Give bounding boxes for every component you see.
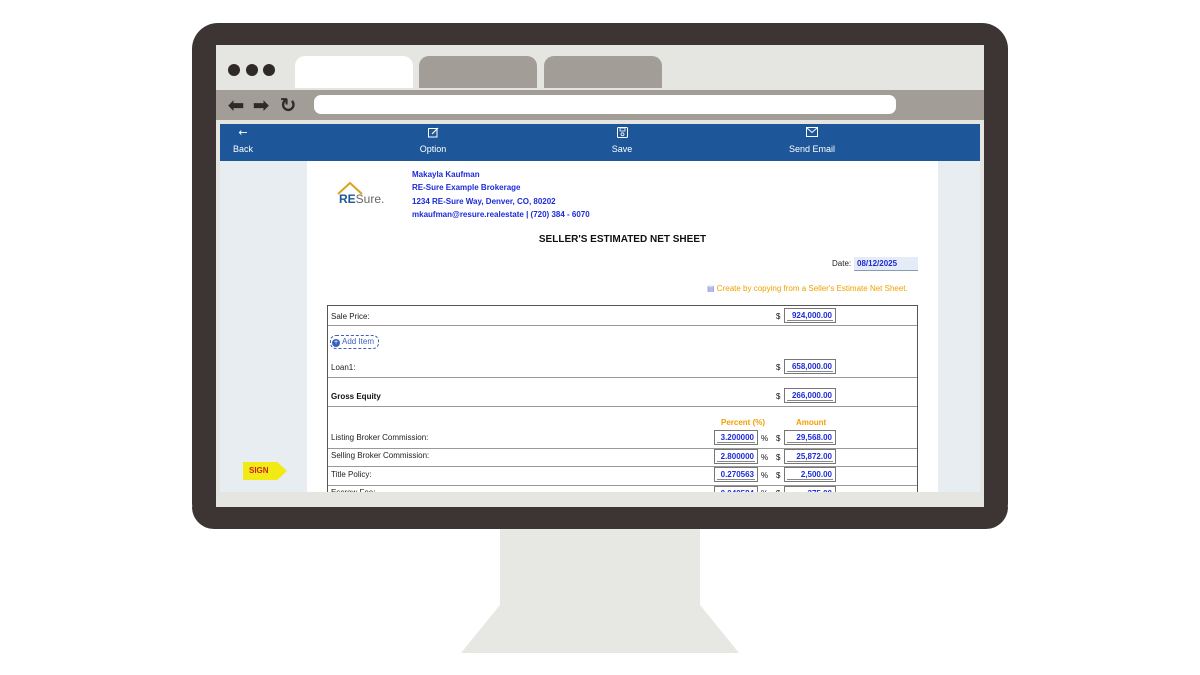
- row-divider: [328, 325, 917, 326]
- option-button[interactable]: Option: [408, 124, 458, 161]
- fee-percent-input[interactable]: 0.270563: [714, 467, 758, 482]
- save-button[interactable]: Save: [602, 124, 642, 161]
- agent-address: 1234 RE-Sure Way, Denver, CO, 80202: [412, 197, 556, 206]
- currency-symbol: $: [776, 453, 781, 462]
- window-dot-icon[interactable]: [263, 64, 275, 76]
- currency-symbol: $: [776, 363, 781, 372]
- company-logo: RESure.: [339, 192, 385, 206]
- forward-arrow-icon[interactable]: ➡: [250, 94, 272, 116]
- monitor-bezel-bottom: [192, 507, 1008, 529]
- page-title: SELLER'S ESTIMATED NET SHEET: [538, 234, 707, 245]
- sale-price-input[interactable]: 924,000.00: [784, 308, 836, 323]
- monitor-stand-base: [461, 605, 739, 653]
- loan1-input[interactable]: 658,000.00: [784, 359, 836, 374]
- reload-icon[interactable]: ↻: [277, 94, 299, 116]
- fee-label: Listing Broker Commission:: [331, 433, 429, 442]
- address-bar[interactable]: [314, 95, 896, 114]
- fee-percent-input[interactable]: 2.800000: [714, 449, 758, 464]
- amount-column-header: Amount: [796, 418, 827, 427]
- fee-label: Selling Broker Commission:: [331, 451, 430, 460]
- edit-icon: [408, 127, 458, 139]
- back-arrow-icon[interactable]: ⬅: [225, 94, 247, 116]
- percent-column-header: Percent (%): [721, 418, 766, 427]
- percent-symbol: %: [761, 471, 769, 480]
- currency-symbol: $: [776, 434, 781, 443]
- fee-label: Title Policy:: [331, 470, 372, 479]
- app-toolbar: [220, 124, 980, 161]
- percent-symbol: %: [761, 434, 769, 443]
- browser-tab-active[interactable]: [295, 56, 413, 88]
- save-icon: [602, 127, 642, 139]
- window-dot-icon[interactable]: [246, 64, 258, 76]
- agent-name: Makayla Kaufman: [412, 170, 480, 179]
- screen-bottom-strip: [216, 492, 984, 507]
- arrow-left-icon: ←: [238, 126, 248, 139]
- currency-symbol: $: [776, 392, 781, 401]
- loan1-label: Loan1:: [331, 363, 356, 372]
- copy-from-estimate-link[interactable]: ▤ Create by copying from a Seller's Esti…: [707, 284, 908, 293]
- date-input[interactable]: 08/12/2025: [854, 257, 918, 271]
- row-divider: [328, 377, 917, 378]
- sale-price-label: Sale Price:: [331, 312, 370, 321]
- fee-amount-input[interactable]: 25,872.00: [784, 449, 836, 464]
- add-item-button[interactable]: + Add Item: [330, 335, 380, 349]
- agent-contact: mkaufman@resure.realestate | (720) 384 -…: [412, 210, 590, 219]
- send-email-button[interactable]: Send Email: [782, 124, 842, 161]
- row-divider: [328, 406, 917, 407]
- plus-icon: +: [332, 339, 340, 347]
- date-label: Date:: [832, 259, 852, 268]
- browser-tab[interactable]: [544, 56, 662, 88]
- envelope-icon: [782, 127, 842, 139]
- agent-brokerage: RE-Sure Example Brokerage: [412, 183, 521, 192]
- gross-equity-value[interactable]: 266,000.00: [784, 388, 836, 403]
- database-icon: ▤: [707, 284, 715, 293]
- window-dot-icon[interactable]: [228, 64, 240, 76]
- fee-percent-input[interactable]: 3.200000: [714, 430, 758, 445]
- browser-tab[interactable]: [419, 56, 537, 88]
- currency-symbol: $: [776, 312, 781, 321]
- back-button[interactable]: ← Back: [223, 124, 263, 161]
- fee-amount-input[interactable]: 29,568.00: [784, 430, 836, 445]
- percent-symbol: %: [761, 453, 769, 462]
- currency-symbol: $: [776, 471, 781, 480]
- fee-amount-input[interactable]: 2,500.00: [784, 467, 836, 482]
- gross-equity-label: Gross Equity: [331, 392, 381, 401]
